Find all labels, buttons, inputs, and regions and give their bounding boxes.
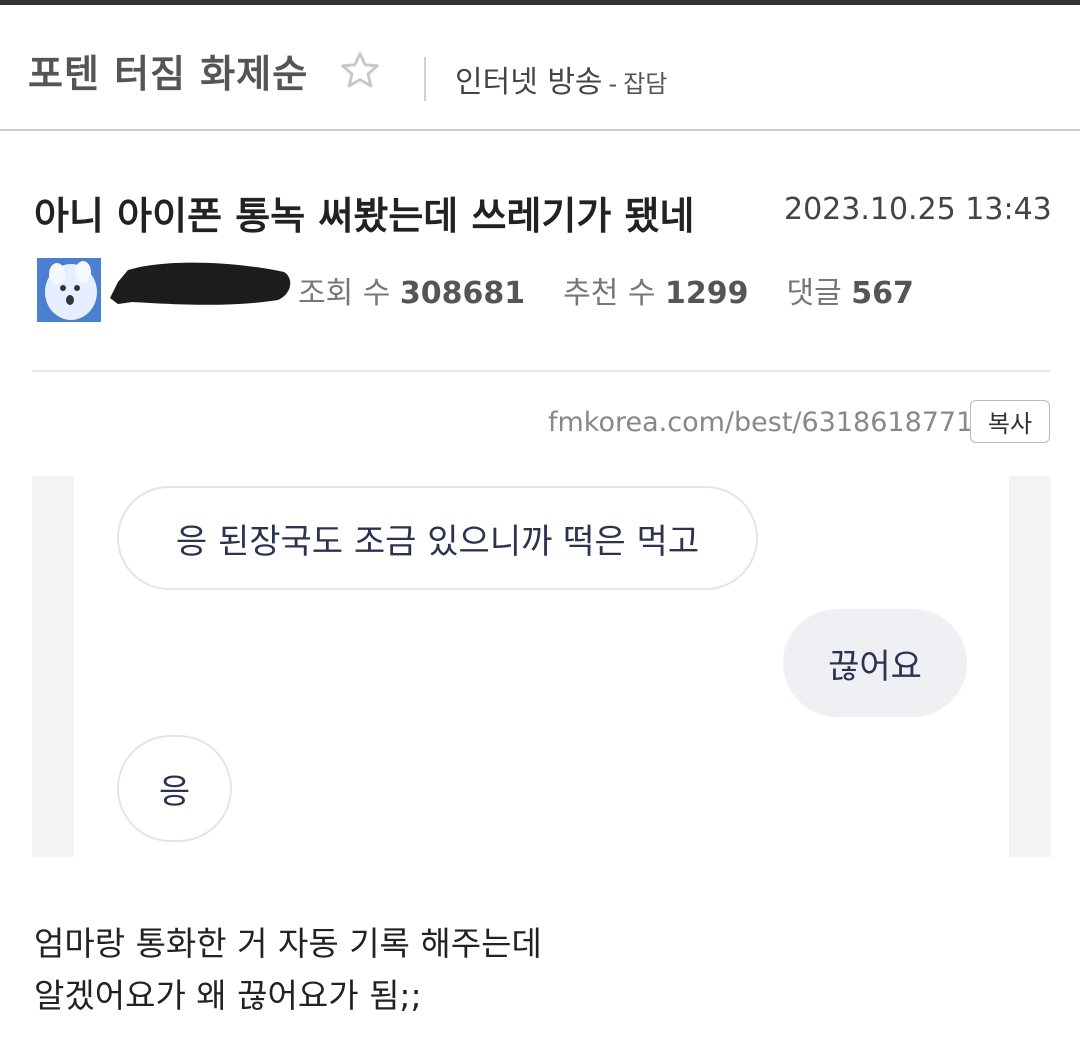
likes-count: 1299 xyxy=(665,276,749,311)
dog-avatar-icon xyxy=(37,258,101,322)
likes-label: 추천 수 xyxy=(563,276,656,311)
post-date: 2023.10.25 13:43 xyxy=(784,192,1052,227)
comments-stat[interactable]: 댓글 567 xyxy=(787,268,914,312)
star-icon[interactable] xyxy=(338,49,382,93)
comments-label: 댓글 xyxy=(786,276,842,311)
subcategory-label: 잡담 xyxy=(623,70,668,98)
avatar[interactable] xyxy=(37,258,101,322)
board-header: 포텐 터짐 화제순 인터넷 방송 - 잡담 xyxy=(0,5,1080,131)
board-title[interactable]: 포텐 터짐 화제순 xyxy=(28,43,308,98)
board-category[interactable]: 인터넷 방송 - 잡담 xyxy=(455,57,667,101)
category-separator: - xyxy=(608,70,618,98)
chat-bubble-incoming: 응 된장국도 조금 있으니까 떡은 먹고 xyxy=(117,486,758,590)
views-count: 308681 xyxy=(399,276,526,311)
category-label: 인터넷 방송 xyxy=(455,65,603,100)
comments-count: 567 xyxy=(851,276,914,311)
header-divider xyxy=(424,57,426,101)
body-line: 엄마랑 통화한 거 자동 기록 해주는데 xyxy=(34,924,542,963)
copy-url-button[interactable]: 복사 xyxy=(970,400,1050,443)
views-label: 조회 수 xyxy=(298,276,391,311)
post-url[interactable]: fmkorea.com/best/6318618771 xyxy=(548,407,973,438)
post-title: 아니 아이폰 통녹 써봤는데 쓰레기가 됐네 xyxy=(34,194,695,238)
post-stats: 조회 수 308681 추천 수 1299 댓글 567 xyxy=(298,268,914,312)
body-line: 알겠어요가 왜 끊어요가 됨;; xyxy=(34,976,422,1015)
author-name-redaction xyxy=(110,262,291,305)
likes-stat: 추천 수 1299 xyxy=(563,268,748,312)
post-body: 엄마랑 통화한 거 자동 기록 해주는데 알겠어요가 왜 끊어요가 됨;; xyxy=(34,918,542,1022)
meta-divider xyxy=(32,370,1050,372)
chat-bubble-outgoing: 끊어요 xyxy=(783,609,967,717)
chat-bubble-incoming: 응 xyxy=(117,735,232,842)
views-stat: 조회 수 308681 xyxy=(298,268,525,312)
